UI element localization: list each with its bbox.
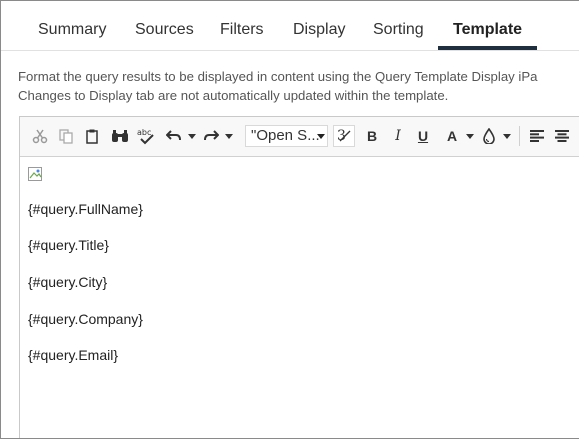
active-tab-indicator	[438, 46, 537, 50]
template-line-city[interactable]: {#query.City}	[28, 274, 107, 290]
tab-filters[interactable]: Filters	[220, 21, 264, 39]
background-color-caret[interactable]	[503, 134, 511, 139]
tab-bar: Summary Sources Filters Display Sorting …	[1, 1, 579, 51]
undo-icon[interactable]	[164, 125, 184, 147]
cut-icon[interactable]	[30, 125, 50, 147]
tab-summary[interactable]: Summary	[38, 21, 106, 39]
paste-icon[interactable]	[82, 125, 102, 147]
font-family-caret[interactable]	[317, 134, 325, 139]
template-line-company[interactable]: {#query.Company}	[28, 311, 143, 327]
redo-dropdown-caret[interactable]	[225, 134, 233, 139]
font-color-caret[interactable]	[466, 134, 474, 139]
tab-sorting[interactable]: Sorting	[373, 21, 424, 39]
template-line-fullname[interactable]: {#query.FullName}	[28, 201, 143, 217]
undo-dropdown-caret[interactable]	[188, 134, 196, 139]
clear-format-icon[interactable]: 3	[333, 125, 355, 147]
description-line-2: Changes to Display tab are not automatic…	[18, 88, 449, 103]
spellcheck-icon[interactable]: abc	[136, 125, 156, 147]
font-family-value: "Open S...	[251, 127, 320, 144]
redo-icon[interactable]	[201, 125, 221, 147]
description-line-1: Format the query results to be displayed…	[18, 69, 538, 84]
font-color-icon[interactable]: A	[442, 125, 462, 147]
italic-icon[interactable]: I	[388, 125, 408, 147]
toolbar-divider	[519, 126, 520, 146]
rich-text-editor: abc "Open S... 3 B I U A {#query.FullNam…	[19, 116, 579, 438]
template-line-email[interactable]: {#query.Email}	[28, 347, 118, 363]
template-description: Format the query results to be displayed…	[18, 67, 537, 105]
bold-icon[interactable]: B	[362, 125, 382, 147]
query-editor-panel: Summary Sources Filters Display Sorting …	[0, 0, 579, 439]
copy-icon[interactable]	[56, 125, 76, 147]
align-left-icon[interactable]	[527, 125, 547, 147]
font-family-select[interactable]: "Open S...	[245, 125, 328, 147]
tab-display[interactable]: Display	[293, 21, 345, 39]
svg-text:abc: abc	[137, 128, 151, 137]
underline-icon[interactable]: U	[413, 125, 433, 147]
tab-template[interactable]: Template	[453, 21, 522, 39]
editor-toolbar: abc "Open S... 3 B I U A	[20, 117, 579, 157]
find-icon[interactable]	[110, 125, 130, 147]
align-center-icon[interactable]	[552, 125, 572, 147]
background-color-icon[interactable]	[479, 125, 499, 147]
broken-image-icon[interactable]	[28, 167, 44, 183]
tab-sources[interactable]: Sources	[135, 21, 194, 39]
template-line-title[interactable]: {#query.Title}	[28, 237, 109, 253]
